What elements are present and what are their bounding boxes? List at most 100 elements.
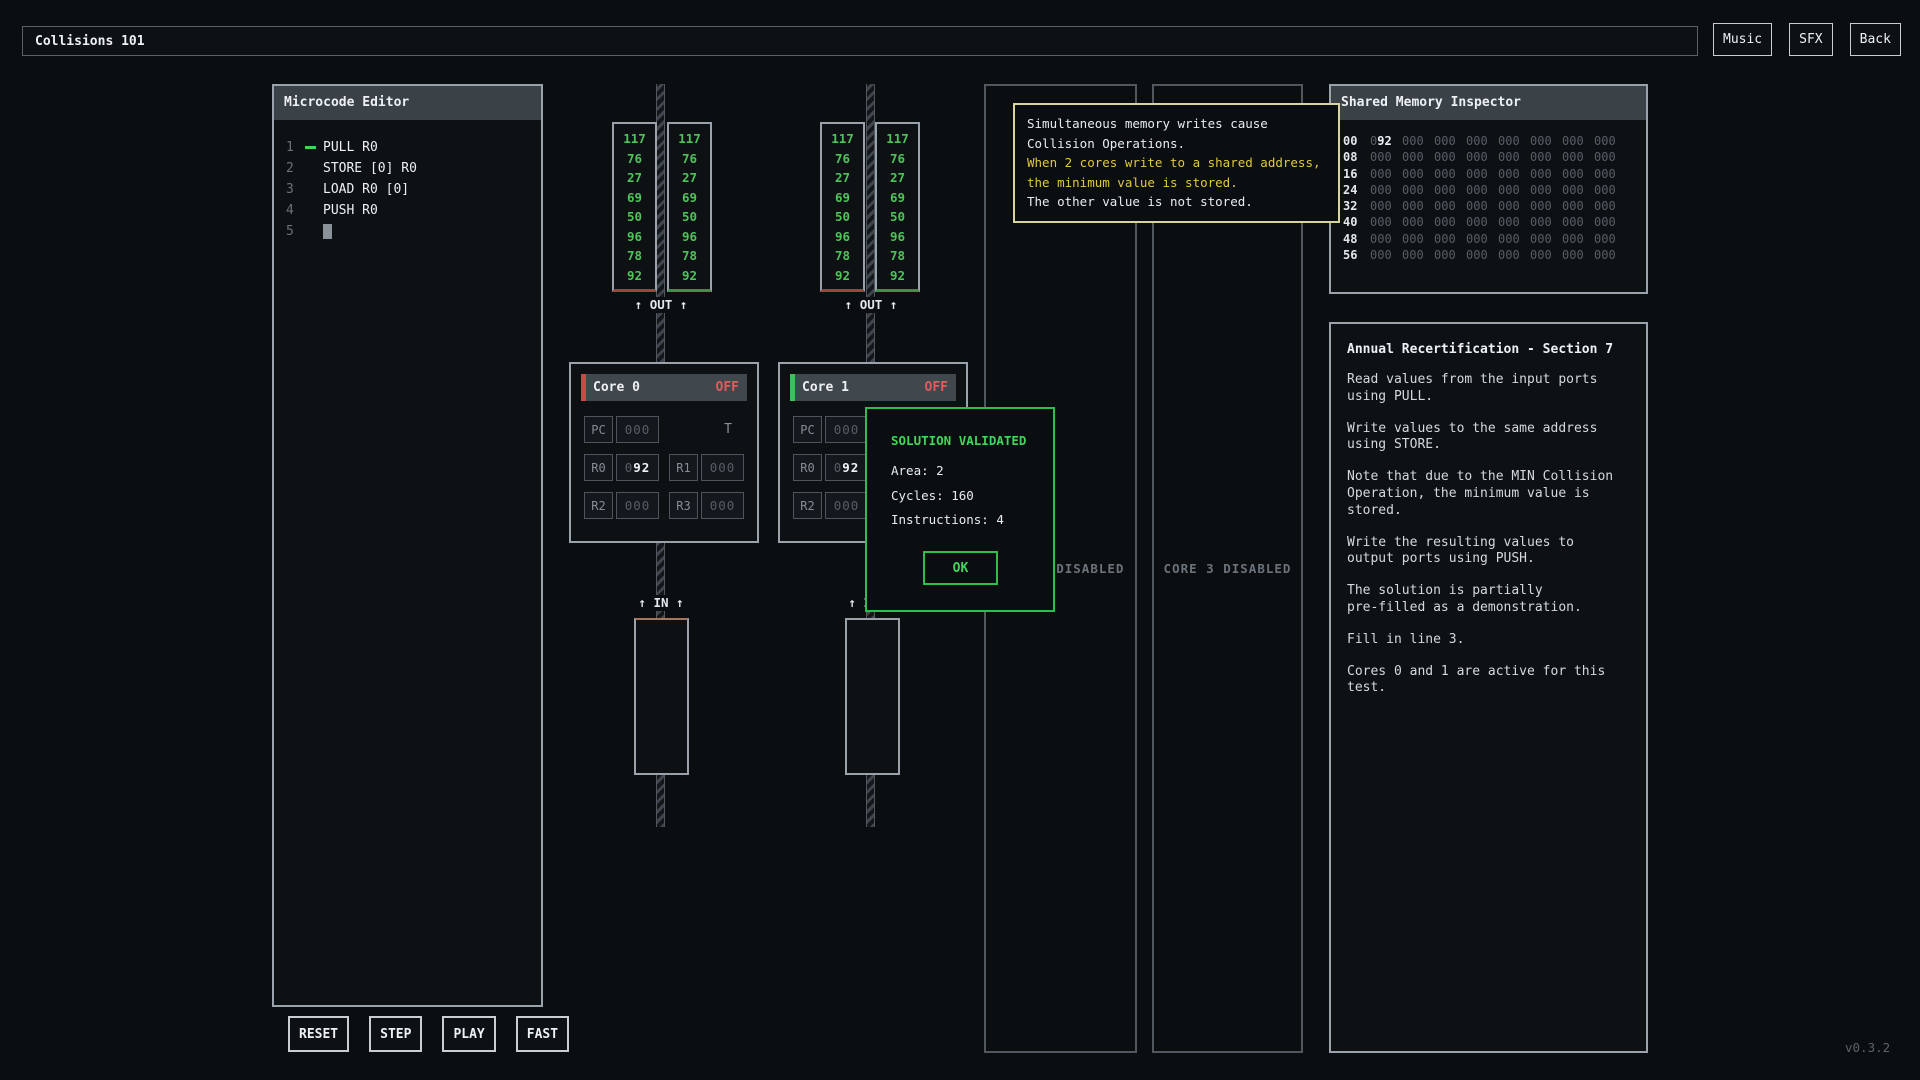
- memory-cell: 000: [1402, 182, 1424, 198]
- output-value: 50: [822, 207, 863, 227]
- out-port-label-core1: ↑ OUT ↑: [840, 297, 903, 313]
- memory-cell: 000: [1498, 247, 1520, 263]
- memory-row: 08000000000000000000000000: [1343, 149, 1634, 165]
- t-marker: T: [669, 416, 746, 443]
- memory-cell: 000: [1562, 198, 1584, 214]
- line-number: 1: [286, 140, 305, 155]
- output-value: 69: [669, 188, 710, 208]
- memory-cell: 000: [1402, 214, 1424, 230]
- memory-cell: 000: [1370, 247, 1392, 263]
- core-1-header: Core 1 OFF: [790, 374, 956, 401]
- memory-panel-title: Shared Memory Inspector: [1331, 86, 1646, 120]
- memory-cell: 000: [1498, 166, 1520, 182]
- top-button-music[interactable]: Music: [1713, 23, 1772, 56]
- memory-cell: 000: [1594, 166, 1616, 182]
- output-value: 76: [822, 149, 863, 169]
- memory-cell: 000: [1370, 231, 1392, 247]
- memory-cell: 000: [1594, 214, 1616, 230]
- output-value: 78: [614, 246, 655, 266]
- register-label: R0: [584, 454, 613, 481]
- memory-row: 24000000000000000000000000: [1343, 182, 1634, 198]
- output-value: 117: [669, 129, 710, 149]
- output-value: 96: [877, 227, 918, 247]
- output-value: 78: [669, 246, 710, 266]
- register-value: 000: [701, 492, 744, 519]
- memory-address: 32: [1343, 198, 1360, 214]
- tooltip-line: Collision Operations.: [1027, 134, 1326, 154]
- memory-cell: 000: [1530, 149, 1552, 165]
- reset-button[interactable]: RESET: [288, 1016, 349, 1052]
- output-value: 27: [822, 168, 863, 188]
- memory-address: 40: [1343, 214, 1360, 230]
- memory-cell: 000: [1370, 166, 1392, 182]
- play-button[interactable]: PLAY: [442, 1016, 495, 1052]
- register-r0: R0092: [584, 454, 661, 481]
- memory-cell: 000: [1370, 214, 1392, 230]
- instruction-paragraphs: Read values from the input ports using P…: [1347, 372, 1630, 697]
- memory-cell: 000: [1594, 198, 1616, 214]
- memory-row: 48000000000000000000000000: [1343, 231, 1634, 247]
- tooltip-lines: Simultaneous memory writes causeCollisio…: [1027, 114, 1326, 212]
- core-0-register-grid: PC000TR0092R1000R2000R3000: [571, 401, 757, 519]
- memory-cell: 000: [1498, 231, 1520, 247]
- memory-address: 24: [1343, 182, 1360, 198]
- memory-address: 00: [1343, 133, 1360, 149]
- editor-line[interactable]: 1PULL R0: [274, 137, 541, 158]
- register-value: 092: [825, 454, 868, 481]
- register-r0: R0092: [793, 454, 870, 481]
- memory-cell: 000: [1594, 182, 1616, 198]
- top-buttons: Music SFX Back: [1713, 23, 1901, 56]
- simulation-controls: RESET STEP PLAY FAST: [288, 1016, 569, 1052]
- memory-row: 32000000000000000000000000: [1343, 198, 1634, 214]
- output-value: 76: [669, 149, 710, 169]
- output-value: 27: [877, 168, 918, 188]
- core-1-name: Core 1: [802, 380, 925, 395]
- input-box-core0: [634, 618, 689, 775]
- memory-row: 56000000000000000000000000: [1343, 247, 1634, 263]
- register-label: R3: [669, 492, 698, 519]
- memory-cell: 000: [1530, 247, 1552, 263]
- step-button[interactable]: STEP: [369, 1016, 422, 1052]
- memory-cell: 000: [1498, 198, 1520, 214]
- top-button-back[interactable]: Back: [1850, 23, 1901, 56]
- instruction-paragraph: The solution is partially pre-filled as …: [1347, 583, 1630, 617]
- output-value: 69: [877, 188, 918, 208]
- fast-button[interactable]: FAST: [516, 1016, 569, 1052]
- memory-cell: 000: [1498, 149, 1520, 165]
- memory-cell: 000: [1434, 231, 1456, 247]
- core-0-power-status: OFF: [716, 380, 739, 395]
- editor-panel-title: Microcode Editor: [274, 86, 541, 120]
- ok-button[interactable]: OK: [923, 551, 998, 585]
- output-value: 117: [822, 129, 863, 149]
- memory-cell: 000: [1562, 149, 1584, 165]
- collision-tooltip: Simultaneous memory writes causeCollisio…: [1013, 103, 1340, 223]
- version-label: v0.3.2: [1845, 1040, 1890, 1055]
- memory-cell: 000: [1562, 166, 1584, 182]
- memory-cell: 000: [1594, 133, 1616, 149]
- instruction-paragraph: Fill in line 3.: [1347, 632, 1630, 649]
- memory-cell: 000: [1466, 133, 1488, 149]
- core-0-name: Core 0: [593, 380, 716, 395]
- tooltip-line: When 2 cores write to a shared address,: [1027, 153, 1326, 173]
- register-label: PC: [584, 416, 613, 443]
- editor-line[interactable]: 5: [274, 221, 541, 242]
- tooltip-line: the minimum value is stored.: [1027, 173, 1326, 193]
- core-0-header: Core 0 OFF: [581, 374, 747, 401]
- memory-cell: 000: [1370, 149, 1392, 165]
- memory-cell: 000: [1402, 231, 1424, 247]
- top-button-sfx[interactable]: SFX: [1789, 23, 1832, 56]
- instruction-paragraph: Read values from the input ports using P…: [1347, 372, 1630, 406]
- register-label: R2: [793, 492, 822, 519]
- core-0-panel: Core 0 OFF PC000TR0092R1000R2000R3000: [569, 362, 759, 543]
- text-cursor: [323, 224, 332, 239]
- editor-line[interactable]: 2STORE [0] R0: [274, 158, 541, 179]
- editor-line[interactable]: 3LOAD R0 [0]: [274, 179, 541, 200]
- execution-marker-icon: [305, 146, 323, 149]
- line-number: 3: [286, 182, 305, 197]
- tooltip-line: Simultaneous memory writes cause: [1027, 114, 1326, 134]
- memory-cell: 000: [1530, 231, 1552, 247]
- register-r2: R2000: [793, 492, 870, 519]
- editor-line[interactable]: 4PUSH R0: [274, 200, 541, 221]
- solution-stat: Area: 2: [891, 459, 1053, 484]
- memory-cell: 000: [1402, 149, 1424, 165]
